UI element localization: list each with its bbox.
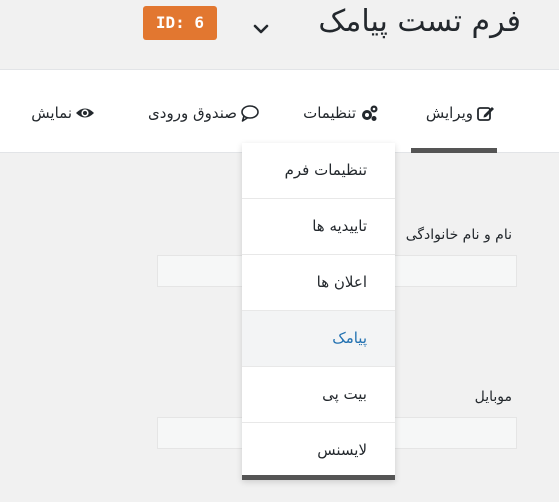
tab-inbox-label: صندوق ورودی <box>148 104 237 122</box>
menu-item-sms[interactable]: پیامک <box>242 311 395 367</box>
menu-item-confirmations[interactable]: تاییدیه ها <box>242 199 395 255</box>
tab-preview[interactable]: نمایش <box>31 100 95 126</box>
settings-dropdown-menu: تنظیمات فرم تاییدیه ها اعلان ها پیامک بی… <box>242 143 395 480</box>
title-bar: فرم تست پیامک ID: 6 <box>0 0 559 62</box>
menu-item-bitpay[interactable]: بیت پی <box>242 367 395 423</box>
form-title: فرم تست پیامک <box>318 4 521 39</box>
tab-settings-label: تنظیمات <box>303 104 356 122</box>
tab-inbox[interactable]: صندوق ورودی <box>148 100 260 126</box>
menu-item-notifications[interactable]: اعلان ها <box>242 255 395 311</box>
menu-item-form-settings[interactable]: تنظیمات فرم <box>242 143 395 199</box>
chat-bubble-icon <box>241 105 259 122</box>
tab-preview-label: نمایش <box>31 104 72 122</box>
chevron-down-icon[interactable] <box>249 17 273 41</box>
field-label-full-name: نام و نام خانوادگی <box>405 227 512 243</box>
edit-icon <box>477 107 494 121</box>
field-label-mobile: موبایل <box>474 389 512 405</box>
form-toolbar: ویرایش تنظیمات صندوق ورودی نمایش <box>0 69 559 153</box>
tab-edit-label: ویرایش <box>425 104 473 122</box>
tab-settings[interactable]: تنظیمات <box>303 100 379 126</box>
eye-icon <box>76 108 94 118</box>
menu-item-license[interactable]: لایسنس <box>242 423 395 478</box>
active-tab-indicator <box>411 148 497 153</box>
tab-edit[interactable]: ویرایش <box>426 100 496 126</box>
id-badge: ID: 6 <box>142 6 217 40</box>
gears-icon <box>362 105 378 121</box>
